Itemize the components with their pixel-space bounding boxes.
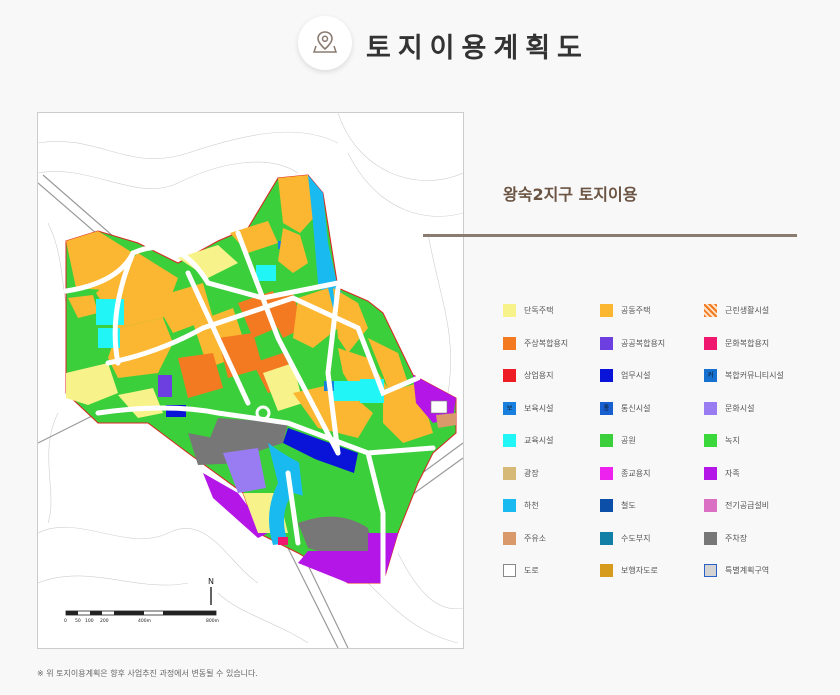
- legend-item-self-sufficient: 자족: [704, 466, 814, 481]
- legend-swatch: [600, 466, 613, 480]
- legend-swatch: [503, 499, 516, 512]
- legend-label: 종교용지: [621, 468, 651, 478]
- footnote: ※ 위 토지이용계획은 향후 사업추진 과정에서 변동될 수 있습니다.: [37, 669, 258, 678]
- legend-item-culture-complex: 문화복합용지: [704, 336, 814, 351]
- scale-bar: [65, 610, 217, 616]
- legend-label: 복합커뮤니티시설: [725, 371, 784, 380]
- legend-swatch: [704, 434, 717, 447]
- legend-label: 업무시설: [621, 371, 651, 380]
- legend-item-power-supply: 전기공급설비: [704, 499, 814, 513]
- legend-swatch: [503, 564, 516, 577]
- legend-label: 광장: [524, 468, 539, 478]
- zone-title: 왕숙2지구 토지이용: [503, 185, 638, 204]
- legend-swatch: [600, 564, 613, 577]
- legend-swatch: [600, 499, 613, 512]
- legend-label: 수도부지: [621, 533, 651, 543]
- legend-swatch: 커: [704, 369, 717, 382]
- legend-item-business-facility: 업무시설: [600, 369, 710, 383]
- legend-label: 단독주택: [524, 306, 554, 315]
- legend-swatch: [600, 531, 613, 545]
- legend-item-telecom: 통 통신시설: [600, 401, 710, 416]
- legend-label: 도로: [524, 566, 539, 575]
- legend-swatch: 통: [600, 401, 613, 415]
- legend-swatch: [503, 304, 516, 317]
- scale-label-800: 800m: [206, 618, 219, 624]
- legend-swatch: [503, 531, 516, 545]
- legend-label: 주유소: [524, 533, 547, 543]
- legend-item-river: 하천: [503, 499, 613, 513]
- legend-item-parking: 주차장: [704, 531, 814, 546]
- legend-label: 문화복합용지: [725, 338, 770, 348]
- legend-label: 보육시설: [524, 403, 554, 413]
- legend-label: 공동주택: [621, 306, 651, 315]
- legend-item-community-facility: 커 복합커뮤니티시설: [704, 369, 814, 383]
- section-divider: [423, 234, 797, 237]
- legend-item-special-planning-zone: 특별계획구역: [704, 564, 814, 578]
- legend-item-detached-housing: 단독주택: [503, 304, 613, 318]
- legend-item-green-area: 녹지: [704, 434, 814, 448]
- legend-item-childcare: 보 보육시설: [503, 401, 613, 416]
- legend-item-mixed-residential-commercial: 주상복합용지: [503, 336, 613, 351]
- legend-item-water-supply: 수도부지: [600, 531, 710, 546]
- legend-item-apartment-housing: 공동주택: [600, 304, 710, 318]
- legend-item-pedestrian-road: 보행자도로: [600, 564, 710, 578]
- legend-swatch: [600, 369, 613, 382]
- land-use-map: N 0 50 100 200 400m 800m: [37, 112, 464, 649]
- legend-swatch: [704, 401, 717, 415]
- legend-swatch: [704, 466, 717, 480]
- scale-label-0: 0: [64, 618, 67, 624]
- legend-label: 주상복합용지: [524, 338, 569, 348]
- legend-swatch: [704, 564, 717, 577]
- scale-label-100: 100: [85, 618, 94, 624]
- legend-item-road: 도로: [503, 564, 613, 578]
- scale-label-50: 50: [75, 618, 81, 624]
- legend-item-gas-station: 주유소: [503, 531, 613, 546]
- legend-label: 상업용지: [524, 371, 554, 380]
- legend-label: 특별계획구역: [725, 566, 770, 575]
- legend-swatch: [503, 434, 516, 447]
- north-label: N: [208, 577, 214, 586]
- page-header: 토지이용계획도: [0, 0, 840, 90]
- legend-item-plaza: 광장: [503, 466, 613, 481]
- map-pin-icon: [312, 31, 338, 53]
- scale-label-200: 200: [100, 618, 109, 624]
- legend-label: 녹지: [725, 436, 740, 445]
- legend-swatch: [503, 336, 516, 350]
- legend-label: 철도: [621, 501, 636, 510]
- legend-swatch: [600, 336, 613, 350]
- legend-label: 주차장: [725, 533, 748, 543]
- legend-label: 공공복합용지: [621, 338, 666, 348]
- legend-item-culture-facility: 문화시설: [704, 401, 814, 416]
- legend-label: 교육시설: [524, 436, 554, 445]
- legend-label: 하천: [524, 501, 539, 510]
- legend-swatch: [704, 499, 717, 512]
- legend-item-education: 교육시설: [503, 434, 613, 448]
- legend-label: 자족: [725, 468, 740, 478]
- page-title: 토지이용계획도: [366, 33, 589, 64]
- legend-swatch: [704, 531, 717, 545]
- legend-label: 문화시설: [725, 403, 755, 413]
- legend-item-public-complex: 공공복합용지: [600, 336, 710, 351]
- legend-label: 통신시설: [621, 403, 651, 413]
- legend-item-park: 공원: [600, 434, 710, 448]
- legend-item-neighborhood-facility: 근린생활시설: [704, 304, 814, 318]
- legend-swatch: [704, 304, 717, 317]
- legend-swatch: 보: [503, 401, 516, 415]
- legend-swatch: [704, 336, 717, 350]
- legend-item-railway: 철도: [600, 499, 710, 513]
- legend-label: 공원: [621, 436, 636, 445]
- scale-label-400: 400m: [138, 618, 151, 624]
- legend-label: 보행자도로: [621, 566, 658, 575]
- legend-swatch: [600, 434, 613, 447]
- legend-swatch: [600, 304, 613, 317]
- legend-label: 전기공급설비: [725, 501, 770, 510]
- legend-item-commercial: 상업용지: [503, 369, 613, 383]
- legend-item-religious: 종교용지: [600, 466, 710, 481]
- legend-label: 근린생활시설: [725, 306, 770, 315]
- legend-swatch: [503, 466, 516, 480]
- legend-swatch: [503, 369, 516, 382]
- map-pin-badge: [298, 16, 352, 70]
